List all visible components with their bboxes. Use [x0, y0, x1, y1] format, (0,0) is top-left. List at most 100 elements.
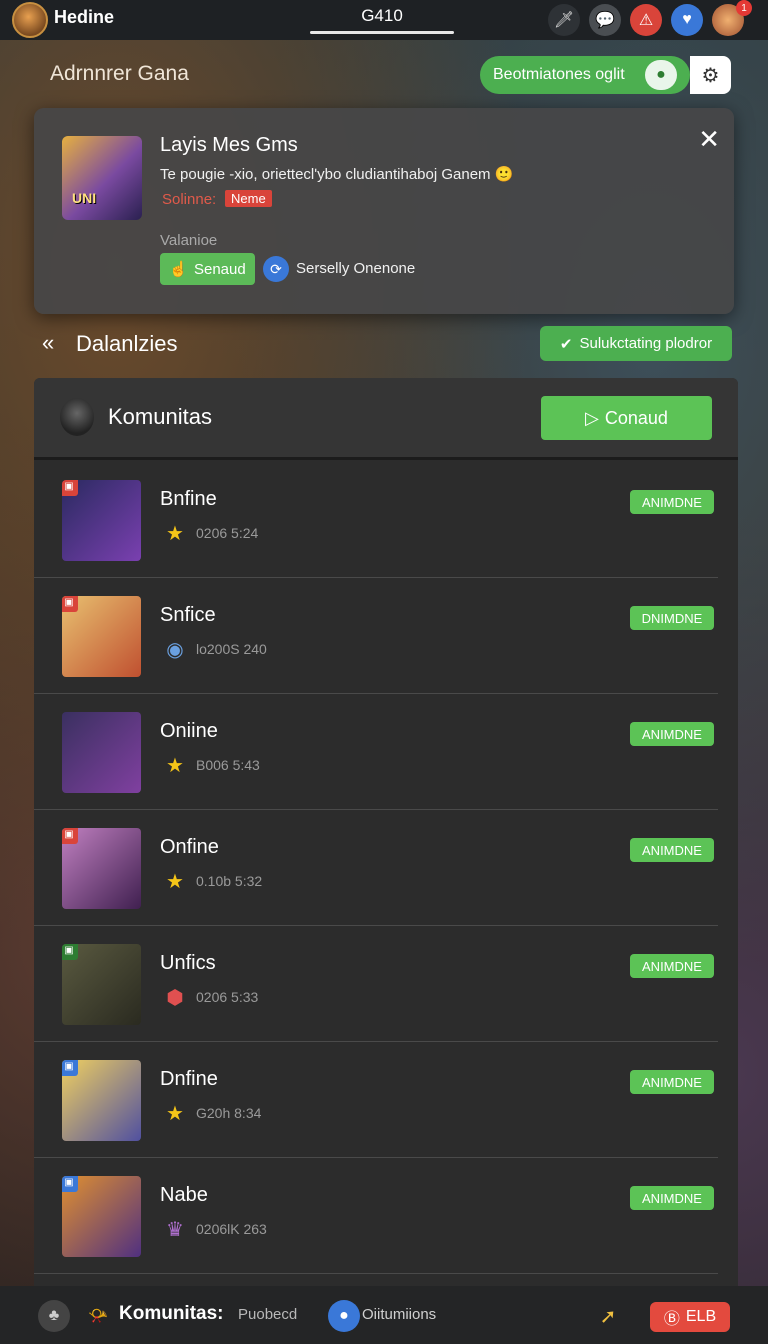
list-item[interactable]: Oniine ★ B006 5:43 ANIMDNE [34, 694, 718, 810]
community-panel: Komunitas ▷ Conaud ▣ Bnfine ★ 0206 5:24 … [34, 378, 738, 1288]
sync-icon[interactable]: ⟳ [263, 256, 289, 282]
game-meta: 0.10b 5:32 [196, 873, 263, 889]
game-thumbnail: ▣ [62, 1176, 141, 1257]
profile-avatar[interactable]: 1 [712, 0, 752, 36]
alert-icon[interactable]: ⚠ [630, 4, 662, 36]
game-thumbnail: UNI [62, 136, 142, 220]
list-item[interactable]: ▣ Nabe ♛ 0206lK 263 ANIMDNE [34, 1158, 718, 1274]
game-info-popup: UNI ✕ Layis Mes Gms Te pougie -xio, orie… [34, 108, 734, 314]
panel-action-button[interactable]: ▷ Conaud [541, 396, 712, 440]
game-meta: 0206 5:24 [196, 525, 259, 541]
game-name: Snfice [160, 604, 216, 626]
game-meta: 0206lK 263 [196, 1221, 267, 1237]
panel-action-label: Conaud [604, 407, 668, 428]
send-button[interactable]: ☝ Senaud [160, 253, 255, 285]
section-action-button[interactable]: ✔ Sulukctating plodror [540, 326, 732, 361]
close-icon[interactable]: ✕ [698, 124, 720, 155]
star-icon: ★ [166, 754, 184, 777]
send-button-label: Senaud [193, 260, 246, 278]
list-item[interactable]: ▣ Snfice ◉ lo200S 240 DNIMDNE [34, 578, 718, 694]
b-icon: Ⓑ [663, 1311, 680, 1328]
game-meta: lo200S 240 [196, 641, 267, 657]
heart-icon[interactable]: ♥ [671, 4, 703, 36]
status-tag: Neme [225, 190, 272, 207]
genre-badge: ▣ [62, 1176, 78, 1192]
genre-badge: ▣ [62, 480, 78, 496]
user-icon[interactable]: ● [328, 1300, 360, 1332]
app-title: Hedine [54, 7, 115, 27]
game-meta: 0206 5:33 [196, 989, 259, 1005]
genre-badge: ▣ [62, 1060, 78, 1076]
clock-icon: ◉ [166, 638, 184, 661]
tab-title[interactable]: G410 [310, 6, 454, 26]
clover-icon[interactable]: ♣ [38, 1300, 70, 1332]
notification-badge: 1 [736, 0, 752, 16]
genre-badge: ▣ [62, 828, 78, 844]
chat-bubble-icon[interactable]: ● [645, 60, 677, 90]
status-badge[interactable]: ANIMDNE [630, 490, 714, 514]
active-tab-indicator [310, 31, 454, 34]
popup-meta-label: Valanioe [160, 232, 218, 249]
panel-header: Komunitas ▷ Conaud [34, 378, 738, 460]
genre-badge: ▣ [62, 596, 78, 612]
back-chevron-icon[interactable]: « [42, 330, 54, 356]
arrow-icon[interactable]: ➚ [592, 1300, 624, 1332]
shield-icon: ⬢ [166, 986, 184, 1009]
play-icon: ▷ [585, 407, 599, 428]
bottom-action-label: ELB [685, 1308, 717, 1325]
top-bar: Hedine G410 🗡 💬 ⚠ ♥ 1 [0, 0, 768, 40]
bottom-title: Komunitas: [119, 1303, 224, 1324]
game-name: Onfine [160, 836, 219, 858]
smile-icon: 🙂 [494, 166, 514, 183]
hand-icon: ☝ [169, 261, 188, 278]
star-icon: ★ [166, 1102, 184, 1125]
bottom-action-button[interactable]: Ⓑ ELB [650, 1302, 730, 1332]
game-name: Unfics [160, 952, 216, 974]
community-avatar [60, 398, 94, 436]
status-badge[interactable]: ANIMDNE [630, 722, 714, 746]
game-thumbnail [62, 712, 141, 793]
game-name: Nabe [160, 1184, 208, 1206]
game-name: Oniine [160, 720, 218, 742]
toggle-label: Beotmiatones oglit [493, 66, 625, 83]
status-badge[interactable]: ANIMDNE [630, 954, 714, 978]
panel-title: Komunitas [108, 404, 212, 429]
game-thumbnail: ▣ [62, 1060, 141, 1141]
status-badge[interactable]: ANIMDNE [630, 1186, 714, 1210]
status-badge[interactable]: ANIMDNE [630, 1070, 714, 1094]
chat-icon[interactable]: 💬 [589, 4, 621, 36]
status-label: Solinne: [162, 191, 217, 208]
list-item[interactable]: ▣ Bnfine ★ 0206 5:24 ANIMDNE [34, 462, 718, 578]
status-badge[interactable]: ANIMDNE [630, 838, 714, 862]
game-name: Dnfine [160, 1068, 218, 1090]
section-title: Dalanlzies [76, 331, 178, 356]
sword-icon[interactable]: 🗡 [548, 4, 580, 36]
star-icon: ★ [166, 870, 184, 893]
list-item[interactable]: ▣ Dnfine ★ G20h 8:34 ANIMDNE [34, 1042, 718, 1158]
section-action-label: Sulukctating plodror [579, 335, 713, 352]
popup-description: Te pougie -xio, orietteclʹybo cludiantih… [160, 166, 514, 183]
settings-gear-button[interactable]: ⚙ [690, 56, 731, 94]
popup-title: Layis Mes Gms [160, 134, 298, 156]
genre-badge: ▣ [62, 944, 78, 960]
app-logo[interactable] [12, 2, 48, 38]
horn-icon[interactable]: 📯 [82, 1300, 114, 1332]
game-thumbnail: ▣ [62, 480, 141, 561]
bottom-bar: ♣ 📯 Komunitas: Puobecd ● Oiitumiions ➚ Ⓑ… [0, 1286, 768, 1344]
bottom-link[interactable]: Oiitumiions [362, 1306, 436, 1323]
list-item[interactable]: ▣ Unfics ⬢ 0206 5:33 ANIMDNE [34, 926, 718, 1042]
status-badge[interactable]: DNIMDNE [630, 606, 714, 630]
trophy-icon: ♛ [166, 1218, 184, 1241]
game-thumbnail: ▣ [62, 596, 141, 677]
thumbnail-caption: UNI [72, 190, 97, 206]
page-subtitle: Adrnnrer Gana [50, 62, 189, 85]
game-name: Bnfine [160, 488, 217, 510]
star-icon: ★ [166, 522, 184, 545]
secondary-link[interactable]: Serselly Onenone [296, 260, 415, 277]
list-item[interactable]: ▣ Onfine ★ 0.10b 5:32 ANIMDNE [34, 810, 718, 926]
game-thumbnail: ▣ [62, 828, 141, 909]
community-list: ▣ Bnfine ★ 0206 5:24 ANIMDNE ▣ Snfice ◉ … [34, 462, 738, 1274]
game-meta: B006 5:43 [196, 757, 260, 773]
game-meta: G20h 8:34 [196, 1105, 262, 1121]
check-icon: ✔ [559, 335, 573, 353]
